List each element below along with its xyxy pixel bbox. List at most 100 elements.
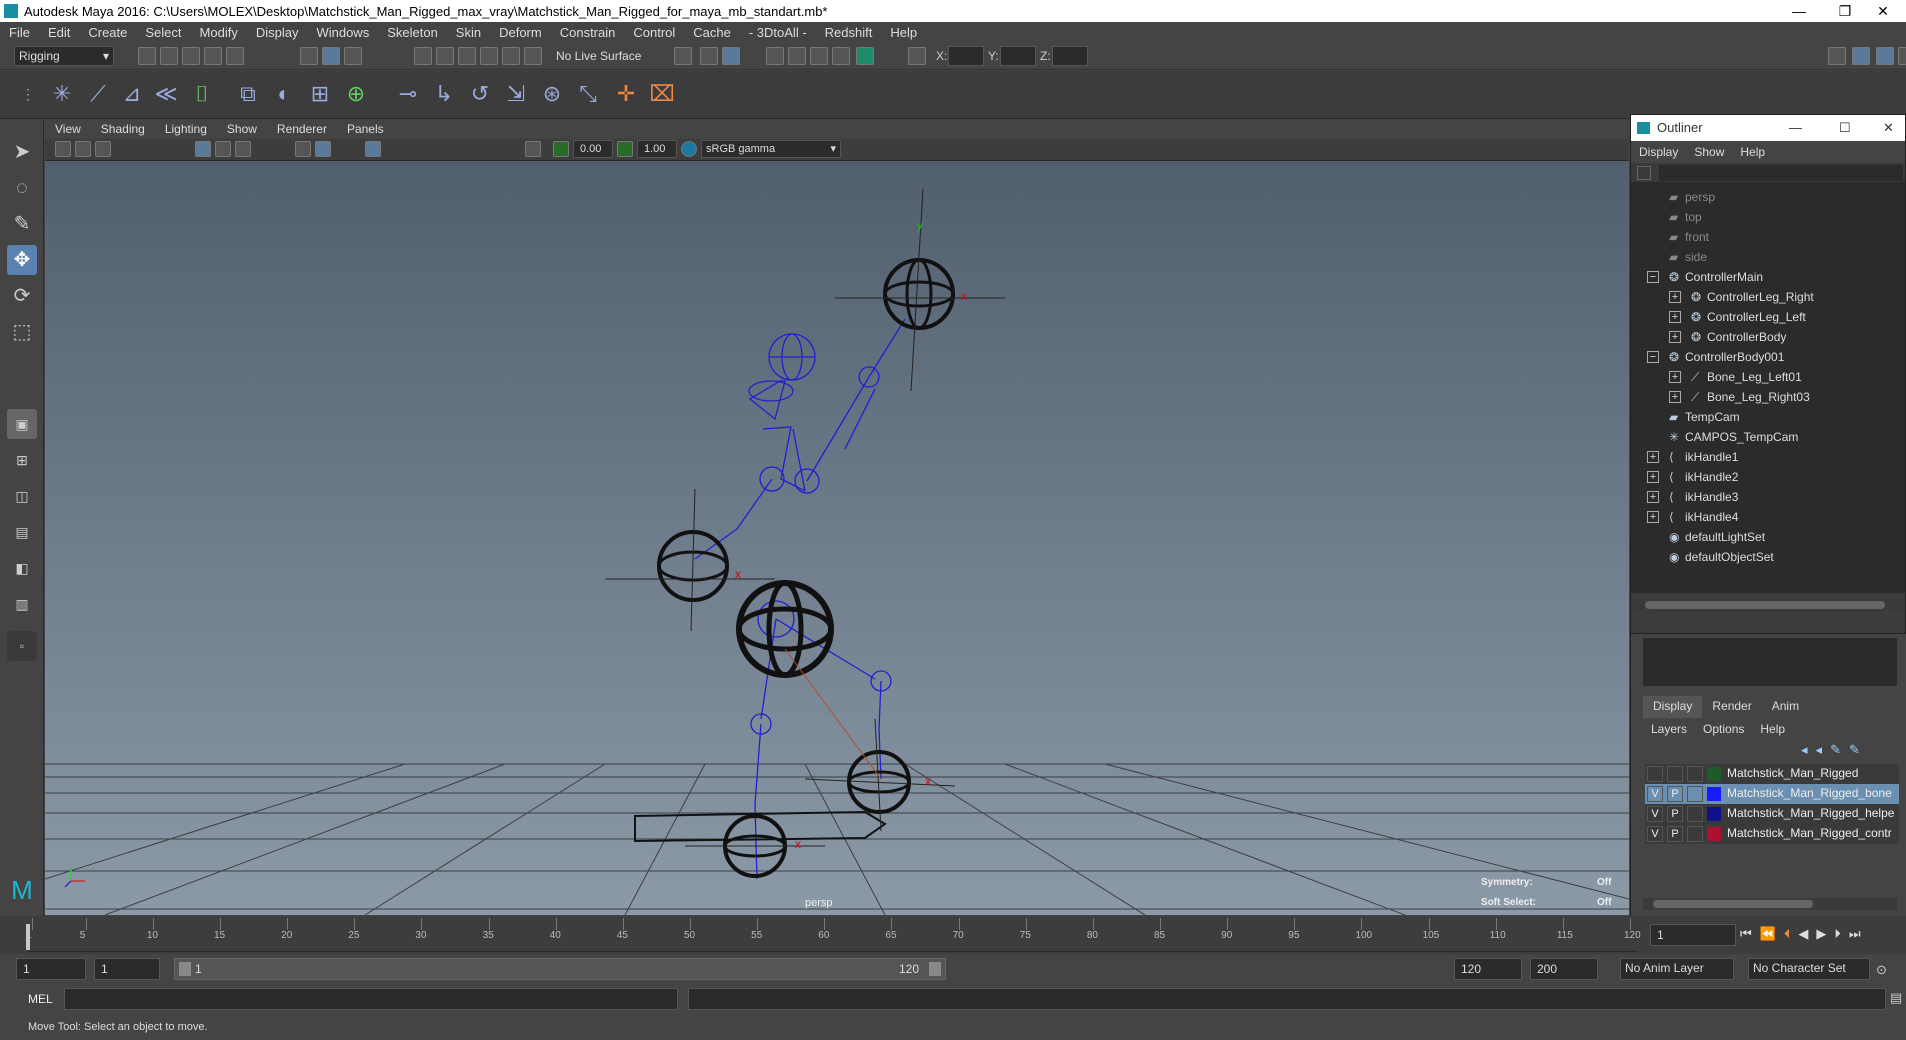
menu-edit[interactable]: Edit: [39, 25, 79, 40]
snap-grid-icon[interactable]: [414, 47, 432, 65]
ik-spline-icon[interactable]: ≪: [152, 79, 180, 109]
menu-help[interactable]: Help: [881, 25, 926, 40]
time-slider[interactable]: 1510152025303540455055606570758085909510…: [0, 916, 1906, 954]
layer-display-type[interactable]: [1687, 786, 1703, 802]
auto-key-icon[interactable]: ⊙: [1876, 962, 1887, 978]
bind-skin-icon[interactable]: ⧉: [234, 79, 262, 109]
expand-icon[interactable]: +: [1669, 291, 1681, 303]
grid-toggle-icon[interactable]: [195, 141, 211, 157]
current-time-marker[interactable]: [26, 924, 30, 950]
layer-visibility-toggle[interactable]: [1647, 766, 1663, 782]
layer-h-scrollbar[interactable]: [1643, 898, 1897, 910]
outliner-item[interactable]: ◉ defaultLightSet: [1631, 527, 1903, 547]
pole-vector-icon[interactable]: ⤡: [574, 79, 602, 109]
move-tool-icon[interactable]: ✥: [7, 245, 37, 275]
scrollbar-thumb[interactable]: [1653, 900, 1813, 908]
aim-constraint-icon[interactable]: ↳: [430, 79, 458, 109]
hypershade-layout-icon[interactable]: ▥: [7, 589, 37, 619]
step-back-frame-icon[interactable]: ⏴: [1784, 926, 1791, 942]
minimize-icon[interactable]: —: [1789, 115, 1802, 141]
outliner-item[interactable]: + ⟨ ikHandle1: [1631, 447, 1903, 467]
collapse-icon[interactable]: −: [1647, 351, 1659, 363]
outliner-item[interactable]: + ⟋ Bone_Leg_Right03: [1631, 387, 1903, 407]
layer-row[interactable]: Matchstick_Man_Rigged: [1645, 764, 1899, 784]
menu-redshift[interactable]: Redshift: [816, 25, 882, 40]
outliner-item[interactable]: + ❂ ControllerLeg_Left: [1631, 307, 1903, 327]
ik-handle-icon[interactable]: ⊿: [118, 79, 146, 109]
outliner-item[interactable]: ▰ persp: [1631, 187, 1903, 207]
outliner-item[interactable]: + ❂ ControllerLeg_Right: [1631, 287, 1903, 307]
rotate-tool-icon[interactable]: ⟳: [7, 281, 37, 311]
layer-playback-toggle[interactable]: P: [1667, 826, 1683, 842]
attribute-editor-icon[interactable]: [1852, 47, 1870, 65]
layer-menu-layers[interactable]: Layers: [1643, 720, 1695, 740]
layer-menu-options[interactable]: Options: [1695, 720, 1752, 740]
joint-tool-icon[interactable]: ⟋: [84, 79, 112, 109]
lasso-tool-icon[interactable]: ◌: [7, 173, 37, 203]
color-space-dropdown[interactable]: sRGB gamma ▾: [701, 140, 841, 158]
two-view-icon[interactable]: ◫: [7, 481, 37, 511]
y-field[interactable]: [1000, 46, 1036, 66]
locator-icon[interactable]: ✳: [48, 79, 76, 109]
render-view-icon[interactable]: [766, 47, 784, 65]
script-language-label[interactable]: MEL: [28, 992, 53, 1006]
expand-icon[interactable]: +: [1669, 311, 1681, 323]
range-start-handle[interactable]: [179, 962, 191, 976]
play-forward-icon[interactable]: ▶: [1816, 926, 1826, 942]
outliner-item[interactable]: ▰ front: [1631, 227, 1903, 247]
layer-visibility-toggle[interactable]: V: [1647, 806, 1663, 822]
wireframe-icon[interactable]: [295, 141, 311, 157]
hik-icon[interactable]: ⌧: [648, 79, 676, 109]
layer-color-swatch[interactable]: [1707, 807, 1721, 821]
layer-playback-toggle[interactable]: P: [1667, 806, 1683, 822]
layer-color-swatch[interactable]: [1707, 827, 1721, 841]
menu-display[interactable]: Display: [247, 25, 308, 40]
menu-skeleton[interactable]: Skeleton: [378, 25, 447, 40]
expand-icon[interactable]: +: [1669, 371, 1681, 383]
paint-weights-icon[interactable]: ◐: [270, 79, 298, 109]
new-scene-icon[interactable]: [138, 47, 156, 65]
select-camera-icon[interactable]: [55, 141, 71, 157]
scene-canvas[interactable]: x x x x y: [45, 119, 1629, 915]
playback-end-field[interactable]: 120: [1454, 958, 1522, 980]
gamma-field[interactable]: 1.00: [637, 140, 677, 158]
select-component-icon[interactable]: [344, 47, 362, 65]
outliner-item[interactable]: ▰ side: [1631, 247, 1903, 267]
command-input[interactable]: [64, 988, 678, 1010]
outliner-item[interactable]: + ❂ ControllerBody: [1631, 327, 1903, 347]
range-end-handle[interactable]: [929, 962, 941, 976]
viewport-3d[interactable]: x x x x y persp Symmetry: Off Soft Selec…: [45, 119, 1629, 915]
layer-display-type[interactable]: [1687, 826, 1703, 842]
move-layer-up-icon[interactable]: ◂: [1801, 742, 1808, 758]
transform-mode-icon[interactable]: [908, 47, 926, 65]
menu-cache[interactable]: Cache: [684, 25, 740, 40]
step-forward-frame-icon[interactable]: ⏵: [1834, 926, 1841, 942]
make-live-icon[interactable]: [524, 47, 542, 65]
redo-icon[interactable]: [226, 47, 244, 65]
outliner-search-input[interactable]: [1659, 165, 1903, 181]
xray-joints-icon[interactable]: [365, 141, 381, 157]
film-gate-icon[interactable]: [215, 141, 231, 157]
menu-constrain[interactable]: Constrain: [551, 25, 625, 40]
layer-tab-anim[interactable]: Anim: [1761, 696, 1810, 718]
exposure-icon[interactable]: [553, 141, 569, 157]
character-set-dropdown[interactable]: No Character Set: [1748, 958, 1870, 980]
move-layer-down-icon[interactable]: ◂: [1816, 742, 1823, 758]
menu-modify[interactable]: Modify: [191, 25, 247, 40]
menu-control[interactable]: Control: [624, 25, 684, 40]
scrollbar-thumb[interactable]: [1645, 601, 1885, 609]
four-view-icon[interactable]: ⊞: [7, 445, 37, 475]
menu-set-dropdown[interactable]: Rigging ▾: [14, 46, 114, 66]
close-icon[interactable]: ✕: [1883, 115, 1894, 141]
color-management-icon[interactable]: [681, 141, 697, 157]
new-layer-icon[interactable]: ✎: [1830, 742, 1841, 758]
outliner-item[interactable]: + ⟨ ikHandle4: [1631, 507, 1903, 527]
viewport-menu-renderer[interactable]: Renderer: [267, 122, 337, 136]
outliner-menu-display[interactable]: Display: [1631, 145, 1686, 159]
viewport-menu-panels[interactable]: Panels: [337, 122, 394, 136]
parent-constraint-icon[interactable]: ⊛: [538, 79, 566, 109]
point-constraint-icon[interactable]: ⊸: [394, 79, 422, 109]
expand-icon[interactable]: +: [1647, 471, 1659, 483]
layer-tab-display[interactable]: Display: [1643, 696, 1703, 718]
menu-skin[interactable]: Skin: [447, 25, 490, 40]
